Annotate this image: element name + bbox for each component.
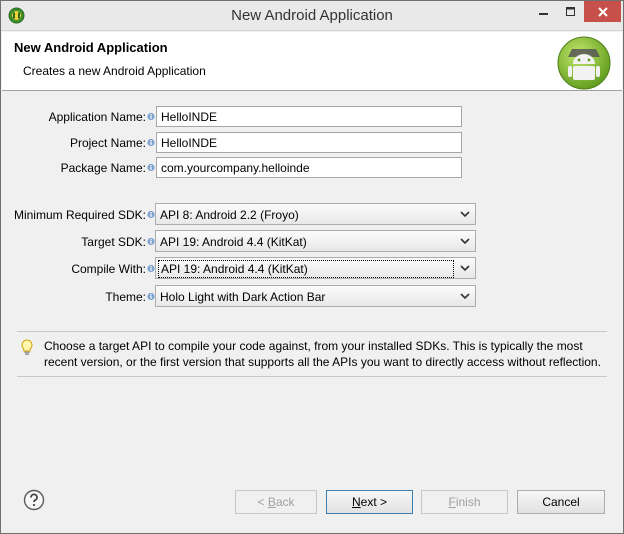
application-name-input[interactable]: [156, 106, 462, 127]
package-name-label: Package Name:: [60, 161, 146, 175]
maximize-button[interactable]: [557, 1, 584, 22]
minimize-icon: [538, 12, 548, 15]
compile-with-value: API 19: Android 4.4 (KitKat): [158, 260, 454, 278]
package-name-input[interactable]: [156, 157, 462, 178]
divider: [17, 376, 607, 377]
next-mnemonic: N: [351, 495, 361, 509]
back-mnemonic: B: [267, 495, 276, 509]
min-sdk-label: Minimum Required SDK:: [13, 208, 146, 222]
info-icon: [147, 138, 155, 147]
next-button[interactable]: Next >: [326, 490, 413, 514]
theme-value: Holo Light with Dark Action Bar: [160, 290, 326, 304]
maximize-icon: [565, 6, 575, 16]
target-sdk-label: Target SDK:: [81, 235, 146, 249]
chevron-down-icon: [460, 211, 470, 218]
finish-rest: inish: [455, 495, 481, 509]
hint-text: Choose a target API to compile your code…: [44, 339, 601, 369]
lightbulb-icon: [21, 339, 33, 355]
chevron-down-icon: [460, 293, 470, 300]
compile-with-select[interactable]: API 19: Android 4.4 (KitKat): [155, 257, 476, 279]
min-sdk-select[interactable]: API 8: Android 2.2 (Froyo): [155, 203, 476, 225]
info-icon: [147, 163, 155, 172]
info-icon: [147, 237, 155, 246]
banner-subtitle: Creates a new Android Application: [23, 64, 206, 78]
android-logo-icon: [557, 36, 611, 90]
project-name-input[interactable]: [156, 132, 462, 153]
info-icon: [147, 292, 155, 301]
back-prefix: <: [257, 495, 268, 509]
theme-label: Theme:: [105, 290, 146, 304]
finish-mnemonic: F: [448, 495, 456, 509]
info-icon: [147, 112, 155, 121]
chevron-down-icon: [460, 238, 470, 245]
compile-with-label: Compile With:: [71, 262, 146, 276]
finish-button[interactable]: Finish: [421, 490, 508, 514]
close-icon: [597, 6, 608, 17]
help-icon[interactable]: [23, 489, 45, 511]
next-rest: ext >: [360, 495, 388, 509]
back-button[interactable]: < Back: [235, 490, 317, 514]
title-bar: New Android Application: [1, 1, 623, 31]
theme-select[interactable]: Holo Light with Dark Action Bar: [155, 285, 476, 307]
info-icon: [147, 210, 155, 219]
minimize-button[interactable]: [530, 1, 557, 22]
wizard-banner: New Android Application Creates a new An…: [2, 32, 622, 91]
back-rest: ack: [275, 495, 295, 509]
chevron-down-icon: [460, 265, 470, 272]
target-sdk-value: API 19: Android 4.4 (KitKat): [160, 235, 307, 249]
divider: [17, 331, 607, 332]
banner-title: New Android Application: [14, 40, 168, 55]
application-name-label: Application Name:: [48, 110, 146, 124]
target-sdk-select[interactable]: API 19: Android 4.4 (KitKat): [155, 230, 476, 252]
close-button[interactable]: [584, 1, 621, 22]
cancel-button[interactable]: Cancel: [517, 490, 605, 514]
project-name-label: Project Name:: [69, 136, 146, 150]
min-sdk-value: API 8: Android 2.2 (Froyo): [160, 208, 299, 222]
dialog-window: New Android Application New Android Appl…: [0, 0, 624, 534]
info-icon: [147, 264, 155, 273]
